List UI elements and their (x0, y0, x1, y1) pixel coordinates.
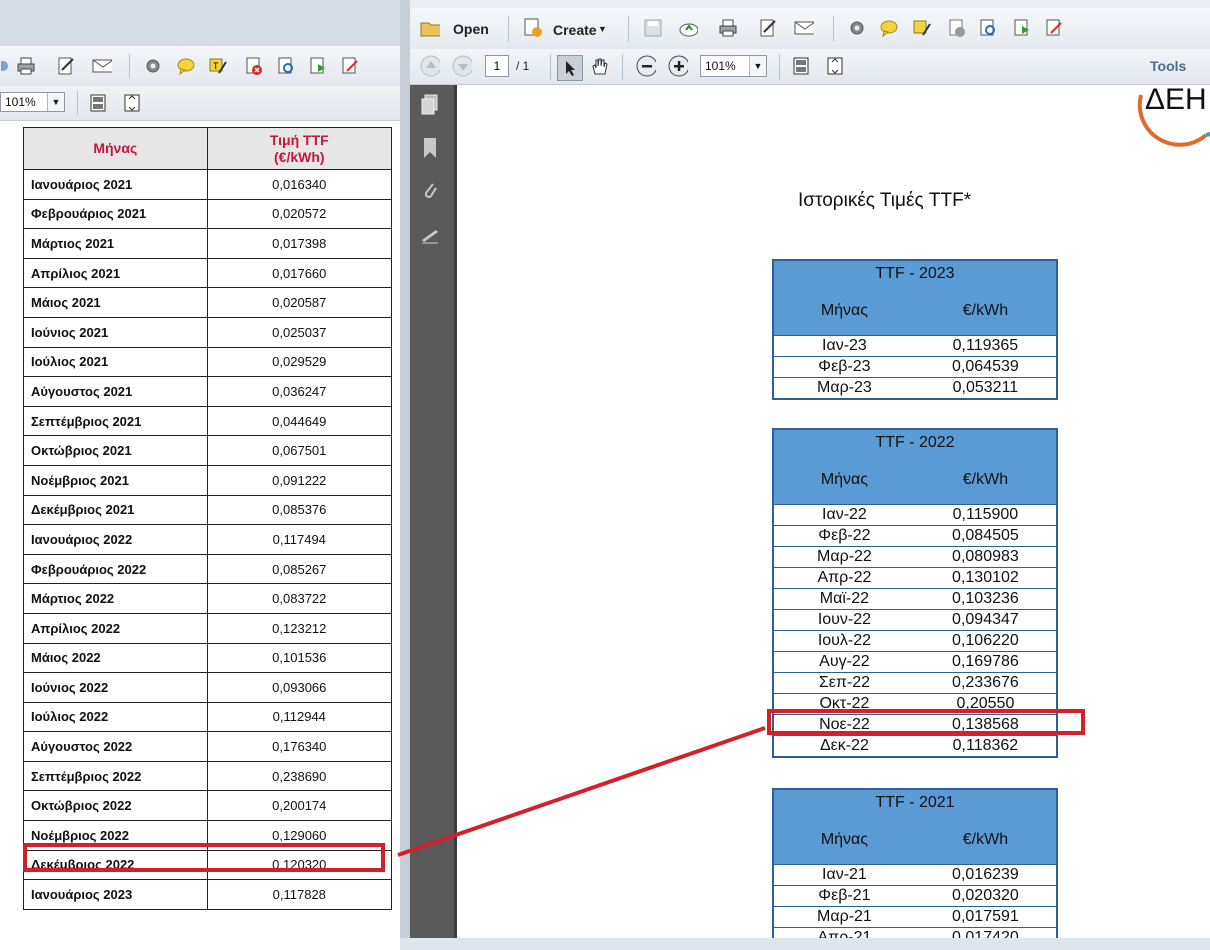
connector-arrow-line (397, 726, 766, 857)
connector-line (397, 726, 766, 857)
